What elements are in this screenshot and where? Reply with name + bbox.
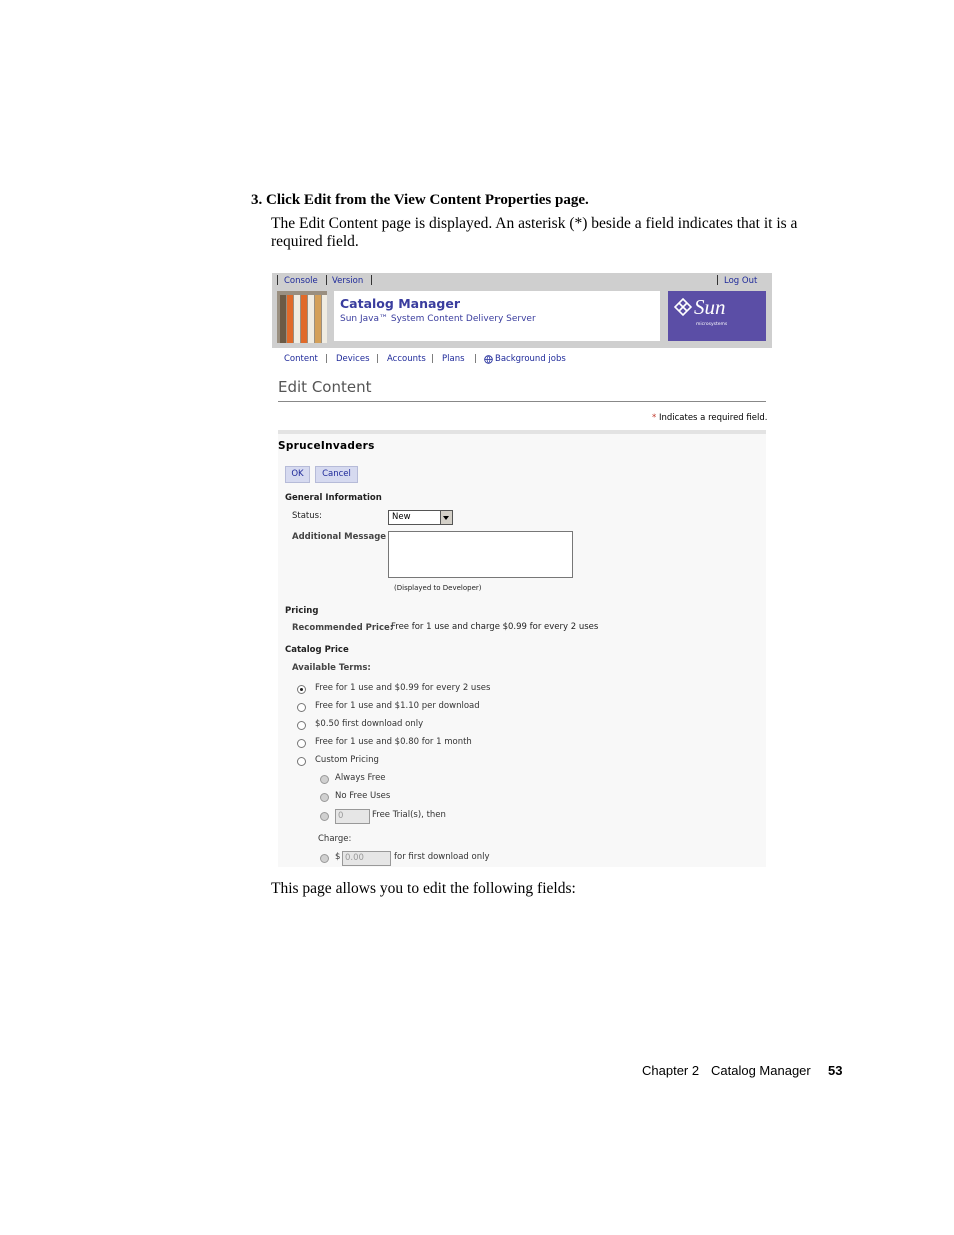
tab-accounts[interactable]: Accounts <box>387 354 426 364</box>
app-title: Catalog Manager <box>340 296 460 311</box>
term-option-1: Free for 1 use and $0.99 for every 2 use… <box>315 683 491 693</box>
term-radio-2[interactable] <box>297 703 306 712</box>
term-radio-4[interactable] <box>297 739 306 748</box>
tab-background-jobs[interactable]: Background jobs <box>495 354 566 364</box>
charge-input[interactable]: 0.00 <box>342 851 391 866</box>
status-label: Status: <box>292 511 322 521</box>
status-select[interactable]: New <box>388 510 453 525</box>
sun-diamond-icon <box>674 298 692 316</box>
sun-logo: Sun microsystems <box>668 291 766 341</box>
logout-link[interactable]: Log Out <box>724 276 757 286</box>
following-fields-text: This page allows you to edit the followi… <box>271 880 576 897</box>
required-note: * Indicates a required field. <box>652 413 767 423</box>
term-radio-custom[interactable] <box>297 757 306 766</box>
message-textarea[interactable] <box>388 531 573 578</box>
globe-icon <box>484 355 493 364</box>
no-free-radio[interactable] <box>320 793 329 802</box>
sun-tagline: microsystems <box>696 322 728 327</box>
footer-chapter: Chapter 2 <box>642 1063 700 1078</box>
page-title: Edit Content <box>278 378 372 396</box>
page-number: 53 <box>828 1063 843 1078</box>
console-link[interactable]: Console <box>284 276 318 286</box>
ok-button[interactable]: OK <box>285 466 310 483</box>
version-link[interactable]: Version <box>332 276 363 286</box>
recommended-value: Free for 1 use and charge $0.99 for ever… <box>391 622 599 632</box>
term-option-custom: Custom Pricing <box>315 755 379 765</box>
terms-label: Available Terms: <box>292 663 371 673</box>
tab-content[interactable]: Content <box>284 354 318 364</box>
step-number: 3. <box>251 192 263 208</box>
required-marker: * <box>652 413 657 423</box>
app-title-box: Catalog Manager Sun Java™ System Content… <box>334 291 660 341</box>
term-radio-1[interactable] <box>297 685 306 694</box>
app-subtitle: Sun Java™ System Content Delivery Server <box>340 314 536 324</box>
trials-value: 0 <box>338 811 344 821</box>
term-option-3: $0.50 first download only <box>315 719 424 729</box>
step-text: Click Edit from the View Content Propert… <box>266 192 589 208</box>
general-heading: General Information <box>285 493 382 503</box>
charge-value: 0.00 <box>345 853 364 863</box>
required-note-text: Indicates a required field. <box>658 413 768 423</box>
sun-wordmark: Sun <box>694 295 726 319</box>
trials-input[interactable]: 0 <box>335 809 370 824</box>
books-image <box>277 291 327 343</box>
status-value: New <box>392 512 411 522</box>
always-free-radio[interactable] <box>320 775 329 784</box>
term-option-2: Free for 1 use and $1.10 per download <box>315 701 480 711</box>
charge-radio[interactable] <box>320 854 329 863</box>
message-note: (Displayed to Developer) <box>394 584 482 592</box>
free-trials-radio[interactable] <box>320 812 329 821</box>
charge-suffix: for first download only <box>394 852 490 862</box>
no-free-label: No Free Uses <box>335 791 391 801</box>
tab-plans[interactable]: Plans <box>442 354 465 364</box>
term-option-4: Free for 1 use and $0.80 for 1 month <box>315 737 472 747</box>
intro-paragraph: The Edit Content page is displayed. An a… <box>271 215 798 250</box>
charge-label: Charge: <box>318 834 352 844</box>
title-divider <box>278 401 766 402</box>
pricing-heading: Pricing <box>285 606 319 616</box>
footer-title: Catalog Manager <box>711 1063 811 1078</box>
edit-content-screenshot: Console Version Log Out Catalog Manager … <box>272 273 772 867</box>
term-radio-3[interactable] <box>297 721 306 730</box>
cancel-button[interactable]: Cancel <box>315 466 358 483</box>
catalog-price-heading: Catalog Price <box>285 645 349 655</box>
message-label: Additional Message : <box>292 532 393 542</box>
content-name: SpruceInvaders <box>278 440 375 452</box>
currency-symbol: $ <box>335 852 341 862</box>
recommended-label: Recommended Price: <box>292 623 394 633</box>
masthead: Console Version Log Out Catalog Manager … <box>272 273 772 348</box>
always-free-label: Always Free <box>335 773 386 783</box>
step-instruction: 3. Click Edit from the View Content Prop… <box>251 192 589 209</box>
chevron-down-icon[interactable] <box>440 511 452 524</box>
trials-suffix: Free Trial(s), then <box>372 810 446 820</box>
tab-devices[interactable]: Devices <box>336 354 370 364</box>
